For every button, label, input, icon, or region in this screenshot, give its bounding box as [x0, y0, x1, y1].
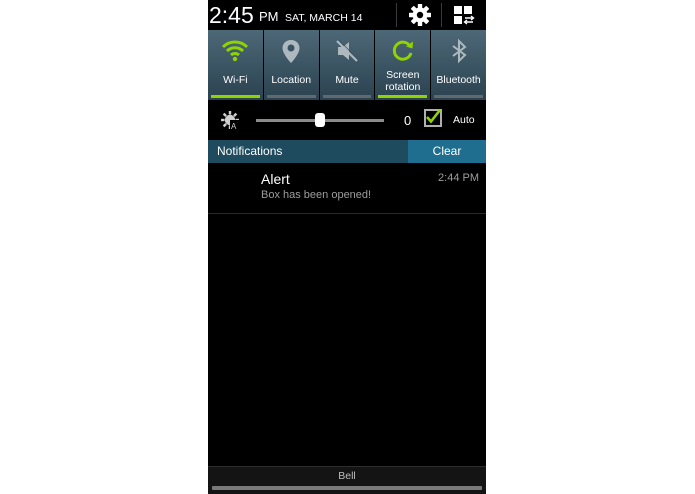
- settings-button[interactable]: [408, 3, 432, 27]
- toggle-label-line: Screen rotation: [385, 69, 421, 93]
- toggle-mute[interactable]: Mute: [319, 30, 375, 100]
- toggle-location[interactable]: Location: [263, 30, 319, 100]
- notification-time: 2:44 PM: [438, 172, 479, 184]
- drag-handle[interactable]: [212, 486, 482, 490]
- checkmark-icon: [426, 109, 442, 124]
- toggle-indicator: [266, 95, 316, 98]
- toggle-screen-rotation[interactable]: Screen rotation: [375, 30, 431, 100]
- toggle-label: Wi-Fi: [223, 74, 248, 86]
- bottom-bar[interactable]: Bell: [208, 466, 486, 494]
- header-divider: [441, 3, 442, 27]
- auto-brightness-label: Auto: [453, 114, 475, 126]
- location-pin-icon: [282, 40, 300, 63]
- mute-icon: [336, 39, 359, 62]
- notifications-header: Notifications Clear: [208, 140, 486, 163]
- toggle-label: Location: [271, 74, 312, 86]
- toggle-label: Bluetooth: [436, 74, 481, 86]
- brightness-auto-icon: A: [220, 110, 240, 134]
- wifi-icon: [222, 40, 249, 62]
- screen-rotation-icon: [392, 40, 413, 61]
- clear-button[interactable]: Clear: [408, 140, 486, 163]
- auto-brightness-checkbox[interactable]: [424, 109, 442, 127]
- bottom-bar-label: Bell: [338, 470, 356, 482]
- quick-toggles: Wi-Fi Location Mute Screen rotation Blue…: [208, 30, 486, 100]
- gear-icon: [409, 4, 431, 26]
- quick-settings-grid-button[interactable]: [451, 3, 477, 27]
- toggle-indicator: [378, 95, 428, 98]
- brightness-slider[interactable]: [256, 113, 384, 127]
- date-label: SAT, MARCH 14: [285, 12, 363, 24]
- notification-shade: 2:45 PM SAT, MARCH 14 Wi-Fi Location Mut…: [208, 0, 486, 494]
- brightness-value: 0: [404, 113, 412, 128]
- notification-body: Box has been opened!: [261, 189, 372, 201]
- toggle-indicator: [211, 95, 260, 98]
- toggle-label: Mute: [335, 74, 359, 86]
- notifications-title: Notifications: [217, 144, 283, 158]
- bluetooth-icon: [451, 38, 467, 64]
- toggle-wifi[interactable]: Wi-Fi: [208, 30, 263, 100]
- toggle-label: Screen rotation: [375, 69, 430, 93]
- clock-time: 2:45: [209, 2, 254, 28]
- notification-item[interactable]: Alert Box has been opened! 2:44 PM: [208, 163, 486, 214]
- toggle-bluetooth[interactable]: Bluetooth: [431, 30, 486, 100]
- status-header: 2:45 PM SAT, MARCH 14: [208, 0, 486, 30]
- quick-settings-grid-icon: [454, 6, 475, 25]
- svg-text:A: A: [231, 122, 237, 130]
- clock-ampm: PM: [259, 9, 279, 24]
- brightness-slider-thumb[interactable]: [315, 113, 325, 127]
- toggle-indicator: [322, 95, 372, 98]
- toggle-indicator: [434, 95, 483, 98]
- notification-title: Alert: [261, 171, 290, 187]
- brightness-row: A 0 Auto: [208, 100, 486, 140]
- header-divider: [396, 3, 397, 27]
